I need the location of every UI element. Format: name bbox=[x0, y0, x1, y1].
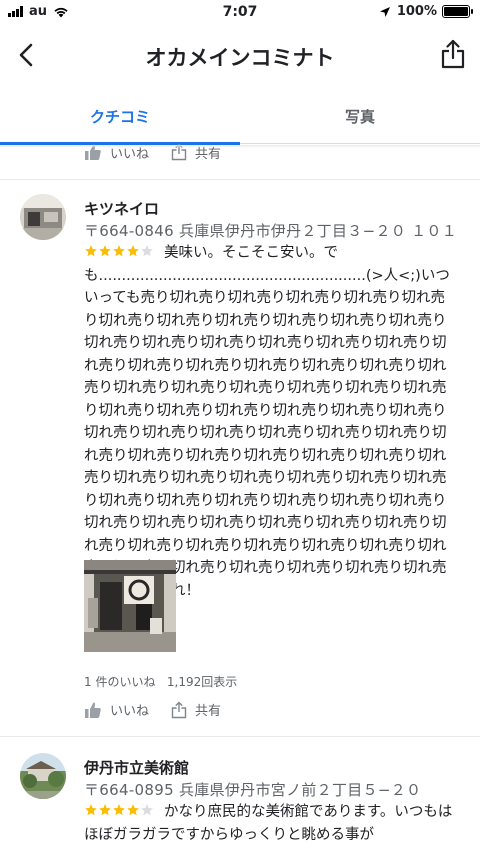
tab-photos[interactable]: 写真 bbox=[240, 96, 480, 144]
like-label: いいね bbox=[110, 704, 150, 719]
previous-review-actions: いいね 共有 bbox=[84, 140, 243, 164]
thumbs-up-icon bbox=[85, 702, 101, 718]
avatar[interactable] bbox=[20, 753, 66, 799]
review-body: 美味い。そこそこ安い。でも...........................… bbox=[84, 245, 450, 599]
share-icon[interactable] bbox=[440, 38, 466, 70]
star-rating bbox=[84, 244, 154, 258]
star-icon bbox=[141, 804, 153, 816]
star-icon bbox=[141, 245, 153, 257]
star-icon bbox=[127, 245, 139, 257]
reviewer-name[interactable]: 伊丹市立美術館 bbox=[84, 757, 189, 778]
reviewer-address: 〒664-0846 兵庫県伊丹市伊丹２丁目３−２０ １０１ bbox=[84, 222, 458, 240]
tab-bar: クチコミ 写真 bbox=[0, 96, 480, 144]
review-actions: いいね 共有 bbox=[84, 700, 243, 719]
share-small-icon bbox=[171, 701, 187, 718]
star-rating bbox=[84, 803, 154, 817]
view-count: 1,192回表示 bbox=[166, 675, 238, 689]
star-icon bbox=[113, 804, 125, 816]
avatar[interactable] bbox=[20, 194, 66, 240]
like-count: 1 件のいいね bbox=[84, 675, 156, 689]
review-card: キツネイロ 〒664-0846 兵庫県伊丹市伊丹２丁目３−２０ １０１ 美味い。… bbox=[0, 180, 480, 736]
star-icon bbox=[85, 804, 97, 816]
share-button[interactable]: 共有 bbox=[171, 700, 221, 719]
status-right: 100% bbox=[379, 4, 473, 19]
battery-icon bbox=[442, 5, 473, 18]
battery-percent: 100% bbox=[396, 4, 437, 19]
star-icon bbox=[99, 804, 111, 816]
share-label: 共有 bbox=[195, 704, 222, 719]
tab-shadow bbox=[0, 145, 480, 148]
page-title: オカメインコミナト bbox=[145, 46, 335, 70]
tab-reviews[interactable]: クチコミ bbox=[0, 96, 240, 144]
avatar-storefront-image bbox=[20, 194, 66, 240]
app-header: オカメインコミナト bbox=[0, 24, 480, 88]
location-arrow-icon bbox=[379, 6, 390, 17]
storefront-photo-image bbox=[84, 560, 176, 652]
star-icon bbox=[85, 245, 97, 257]
star-icon bbox=[99, 245, 111, 257]
review-stats: 1 件のいいね 1,192回表示 bbox=[84, 673, 237, 690]
review-card: 伊丹市立美術館 〒664-0895 兵庫県伊丹市宮ノ前２丁目５−２０ かなり庶民… bbox=[0, 737, 480, 853]
avatar-garden-image bbox=[20, 753, 66, 799]
review-text: かなり庶民的な美術館であります。いつもはほぼガラガラですからゆっくりと眺める事が bbox=[84, 801, 456, 846]
star-icon bbox=[127, 804, 139, 816]
star-icon bbox=[113, 245, 125, 257]
review-photo[interactable] bbox=[84, 560, 176, 652]
status-bar: au 7:07 100% bbox=[0, 0, 480, 24]
like-button[interactable]: いいね bbox=[84, 700, 149, 719]
reviewer-address: 〒664-0895 兵庫県伊丹市宮ノ前２丁目５−２０ bbox=[84, 781, 422, 799]
reviewer-name[interactable]: キツネイロ bbox=[84, 198, 159, 219]
review-text: 美味い。そこそこ安い。でも...........................… bbox=[84, 242, 456, 602]
